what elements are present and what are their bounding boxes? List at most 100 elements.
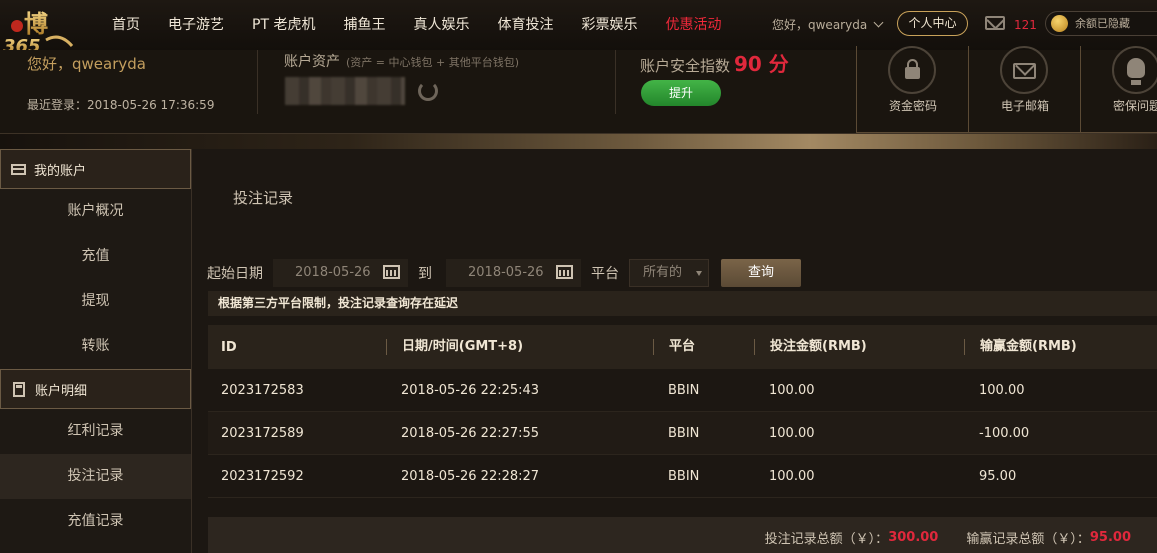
assets-value-blurred (285, 77, 405, 105)
platform-label: 平台 (591, 266, 619, 282)
cell-bet-amount: 100.00 (769, 382, 815, 398)
start-date-label: 起始日期 (207, 266, 263, 282)
security-score: 90 分 (734, 52, 789, 76)
table-row: 2023172589 2018-05-26 22:27:55 BBIN 100.… (208, 412, 1157, 455)
cell-datetime: 2018-05-26 22:27:55 (401, 425, 540, 441)
svg-text:博: 博 (24, 9, 48, 38)
mail-icon[interactable] (985, 16, 1005, 30)
bet-total-value: 300.00 (888, 529, 939, 545)
user-greeting-text: 您好，qwearyda (772, 18, 868, 32)
lightbulb-icon (1127, 58, 1145, 85)
sidebar-item-bet-records[interactable]: 投注记录 (0, 454, 191, 499)
summary-greeting: 您好，qwearyda (27, 55, 146, 73)
nav-home[interactable]: 首页 (98, 0, 154, 50)
quick-link-label: 电子邮箱 (1000, 99, 1049, 113)
nav-fishing[interactable]: 捕鱼王 (329, 0, 399, 50)
cell-id: 2023172592 (221, 468, 304, 484)
to-label: 到 (418, 266, 432, 282)
chevron-down-icon (873, 17, 884, 28)
nav-pt-slots[interactable]: PT 老虎机 (238, 0, 329, 50)
nav-promotions[interactable]: 优惠活动 (651, 0, 735, 50)
cell-datetime: 2018-05-26 22:25:43 (401, 382, 540, 398)
sidebar-item-overview[interactable]: 账户概况 (0, 189, 191, 234)
top-navigation-bar: 博 365 首页 电子游艺 PT 老虎机 捕鱼王 真人娱乐 体育投注 彩票娱乐 … (0, 0, 1157, 54)
delay-notice: 根据第三方平台限制，投注记录查询存在延迟 (208, 291, 1157, 316)
column-header-win-loss: 输赢金额(RMB) (964, 339, 1157, 355)
main-panel: 投注记录 起始日期 2018-05-26 到 2018-05-26 平台 所有的… (193, 149, 1157, 553)
personal-center-button[interactable]: 个人中心 (897, 11, 968, 36)
cell-bet-amount: 100.00 (769, 425, 815, 441)
column-header-bet-amount: 投注金额(RMB) (754, 339, 964, 355)
lock-icon (905, 59, 920, 79)
cell-win-loss: -100.00 (979, 425, 1030, 441)
cell-id: 2023172589 (221, 425, 304, 441)
sidebar-section-label: 账户明细 (35, 383, 88, 399)
nav-live-casino[interactable]: 真人娱乐 (399, 0, 483, 50)
quick-link-fund-password[interactable]: 资金密码 (856, 46, 968, 133)
platform-select[interactable]: 所有的 (629, 259, 709, 287)
sidebar-section-account-details[interactable]: 账户明细 (0, 369, 191, 409)
sidebar-item-deposit[interactable]: 充值 (0, 234, 191, 279)
account-summary: 您好，qwearyda 最近登录：2018-05-26 17:36:59 账户资… (0, 46, 1157, 134)
quick-link-label: 资金密码 (888, 99, 937, 113)
icon-circle (1000, 46, 1048, 94)
table-header: ID 日期/时间(GMT+8) 平台 投注金额(RMB) 输赢金额(RMB) (208, 325, 1157, 369)
dropdown-arrow-icon (696, 271, 702, 276)
sidebar-item-bonus-records[interactable]: 红利记录 (0, 409, 191, 454)
cell-win-loss: 100.00 (979, 382, 1025, 398)
user-greeting-dropdown[interactable]: 您好，qwearyda (772, 0, 884, 50)
sidebar-item-deposit-records[interactable]: 充值记录 (0, 499, 191, 544)
cell-platform: BBIN (668, 425, 700, 441)
calendar-icon[interactable] (383, 265, 400, 279)
cell-datetime: 2018-05-26 22:28:27 (401, 468, 540, 484)
calendar-icon[interactable] (556, 265, 573, 279)
site-logo[interactable]: 博 365 (0, 2, 80, 54)
upgrade-security-button[interactable]: 提升 (641, 80, 721, 106)
quick-link-label: 密保问题 (1112, 99, 1157, 113)
nav-lottery[interactable]: 彩票娱乐 (567, 0, 651, 50)
end-date-field[interactable]: 2018-05-26 (446, 259, 581, 287)
start-date-field[interactable]: 2018-05-26 (273, 259, 408, 287)
quick-link-security-question[interactable]: 密保问题 (1080, 46, 1157, 133)
coin-icon (1051, 15, 1068, 32)
quick-link-email[interactable]: 电子邮箱 (968, 46, 1080, 133)
sidebar-item-transfer[interactable]: 转账 (0, 324, 191, 369)
cell-win-loss: 95.00 (979, 468, 1017, 484)
icon-circle (888, 46, 936, 94)
refresh-icon[interactable] (418, 81, 438, 101)
win-total-value: 95.00 (1089, 529, 1131, 545)
column-header-platform: 平台 (653, 339, 754, 355)
bet-total-label: 投注记录总额（￥）： (764, 531, 889, 547)
card-icon (11, 163, 26, 175)
balance-display[interactable]: 余额已隐藏 (1045, 11, 1157, 36)
table-row: 2023172592 2018-05-26 22:28:27 BBIN 100.… (208, 455, 1157, 498)
end-date-value: 2018-05-26 (468, 265, 544, 280)
cell-bet-amount: 100.00 (769, 468, 815, 484)
mail-count-badge[interactable]: 121 (1014, 0, 1037, 50)
assets-title-text: 账户资产 (284, 54, 340, 70)
balance-hidden-text: 余额已隐藏 (1075, 17, 1130, 30)
sidebar-section-my-account[interactable]: 我的账户 (0, 149, 191, 189)
divider (615, 50, 616, 114)
assets-note: (资产 = 中心钱包 + 其他平台钱包) (346, 56, 520, 69)
bet-records-table: ID 日期/时间(GMT+8) 平台 投注金额(RMB) 输赢金额(RMB) 2… (208, 325, 1157, 498)
query-button[interactable]: 查询 (721, 259, 801, 287)
decorative-band (0, 134, 1157, 149)
divider (257, 50, 258, 114)
envelope-icon (1013, 63, 1036, 79)
column-header-id: ID (221, 339, 237, 355)
security-label: 账户安全指数 (640, 57, 731, 75)
cell-platform: BBIN (668, 382, 700, 398)
main-nav: 首页 电子游艺 PT 老虎机 捕鱼王 真人娱乐 体育投注 彩票娱乐 优惠活动 (98, 0, 735, 50)
filter-bar: 起始日期 2018-05-26 到 2018-05-26 平台 所有的 查询 (207, 259, 801, 287)
icon-circle (1112, 46, 1157, 94)
assets-title: 账户资产 (资产 = 中心钱包 + 其他平台钱包) (284, 51, 519, 71)
last-login-text: 最近登录：2018-05-26 17:36:59 (27, 98, 215, 112)
nav-sports[interactable]: 体育投注 (483, 0, 567, 50)
column-header-datetime: 日期/时间(GMT+8) (386, 339, 653, 355)
cell-id: 2023172583 (221, 382, 304, 398)
totals-row: 投注记录总额（￥）： 300.00 输赢记录总额（￥）： 95.00 (208, 517, 1157, 553)
sidebar-item-withdraw[interactable]: 提现 (0, 279, 191, 324)
sidebar-section-label: 我的账户 (34, 163, 87, 179)
nav-egames[interactable]: 电子游艺 (154, 0, 238, 50)
